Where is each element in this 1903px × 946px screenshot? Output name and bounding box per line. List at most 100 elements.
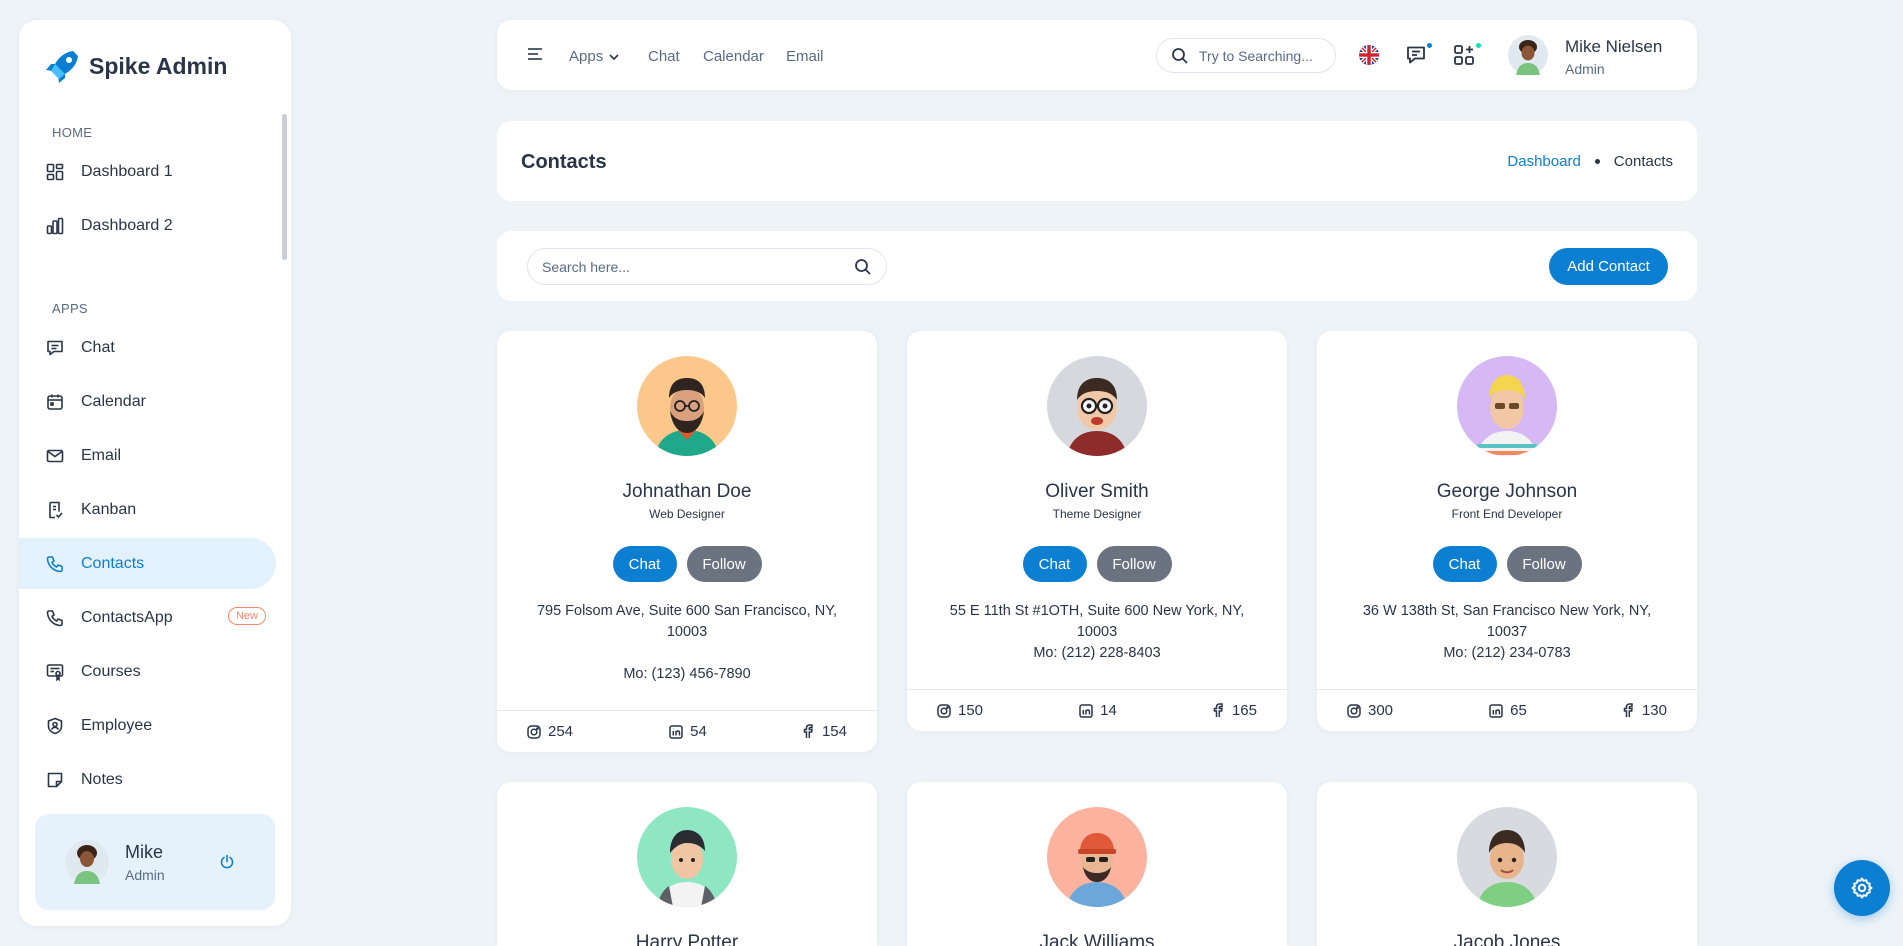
sidebar-item-contacts[interactable]: Contacts: [19, 538, 276, 589]
contact-address: 55 E 11th St #1OTH, Suite 600 New York, …: [949, 603, 1245, 640]
linkedin-icon: [1489, 703, 1503, 718]
contact-avatar: [1047, 356, 1147, 456]
chat-button[interactable]: Chat: [612, 546, 677, 582]
sidebar-item-calendar[interactable]: Calendar: [19, 376, 276, 427]
sidebar-item-label: Courses: [81, 662, 141, 680]
contact-name: Jack Williams: [1039, 932, 1155, 946]
contact-role: Web Designer: [649, 507, 725, 521]
calendar-icon: [47, 394, 63, 410]
apps-indicator-dot: [1476, 43, 1481, 48]
contacts-toolbar: Add Contact: [497, 231, 1697, 301]
power-icon[interactable]: [219, 854, 235, 870]
new-badge: New: [227, 607, 266, 625]
sidebar-item-chat[interactable]: Chat: [19, 322, 276, 373]
contact-phone: Mo: (212) 228-8403: [1033, 645, 1161, 661]
facebook-count: 165: [1231, 702, 1257, 719]
shield-icon: [47, 717, 63, 734]
nav-link-calendar[interactable]: Calendar: [703, 48, 764, 65]
sidebar-item-label: Dashboard 2: [81, 216, 173, 234]
contact-card: Oliver Smith Theme Designer Chat Follow …: [907, 331, 1287, 731]
contact-social-stats: 150 14 165: [907, 689, 1287, 731]
sidebar-item-courses[interactable]: Courses: [19, 646, 276, 697]
profile-avatar[interactable]: [1508, 35, 1548, 75]
contact-search-input[interactable]: [542, 258, 854, 275]
follow-button[interactable]: Follow: [1096, 546, 1172, 582]
breadcrumb-dashboard-link[interactable]: Dashboard: [1507, 153, 1580, 170]
apps-grid-icon[interactable]: [1453, 44, 1475, 66]
logo[interactable]: Spike Admin: [43, 48, 227, 84]
linkedin-stat[interactable]: 65: [1489, 702, 1527, 719]
header-search-input[interactable]: [1199, 47, 1324, 64]
uk-flag-icon[interactable]: [1358, 44, 1380, 66]
contact-card: Johnathan Doe Web Designer Chat Follow 7…: [497, 331, 877, 752]
sidebar-item-label: Email: [81, 446, 122, 464]
breadcrumb-current: Contacts: [1613, 153, 1673, 170]
linkedin-stat[interactable]: 54: [669, 723, 707, 740]
contact-name: Jacob Jones: [1453, 932, 1561, 946]
linkedin-count: 65: [1510, 702, 1527, 719]
hamburger-menu-icon[interactable]: [527, 47, 543, 61]
sidebar: Spike Admin HOME Dashboard 1 Dashboard 2…: [19, 20, 291, 926]
facebook-icon: [803, 724, 813, 738]
brand-name: Spike Admin: [89, 52, 228, 79]
sidebar-item-dashboard-2[interactable]: Dashboard 2: [19, 200, 276, 251]
profile-role: Admin: [1565, 61, 1605, 77]
instagram-stat[interactable]: 254: [527, 723, 573, 740]
sidebar-item-email[interactable]: Email: [19, 430, 276, 481]
instagram-stat[interactable]: 150: [937, 702, 983, 719]
contact-card: Jack Williams: [907, 782, 1287, 946]
gear-icon: [1851, 877, 1873, 899]
instagram-icon: [527, 724, 541, 739]
bar-chart-icon: [46, 217, 64, 234]
chat-button[interactable]: Chat: [1022, 546, 1087, 582]
facebook-stat[interactable]: 154: [803, 723, 847, 740]
contact-name: George Johnson: [1436, 481, 1578, 502]
sidebar-user-role: Admin: [125, 866, 165, 883]
linkedin-icon: [1079, 703, 1093, 718]
settings-fab-button[interactable]: [1834, 860, 1890, 916]
nav-link-chat[interactable]: Chat: [648, 48, 680, 65]
header-search[interactable]: [1156, 38, 1336, 73]
contact-address: 36 W 138th St, San Francisco New York, N…: [1362, 603, 1652, 640]
contact-avatar: [637, 356, 737, 456]
chat-icon: [47, 340, 63, 355]
contact-name: Oliver Smith: [1045, 481, 1149, 502]
sidebar-item-dashboard-1[interactable]: Dashboard 1: [19, 146, 276, 197]
contact-social-stats: 254 54 154: [497, 710, 877, 752]
search-icon[interactable]: [854, 258, 872, 276]
chat-button[interactable]: Chat: [1432, 546, 1497, 582]
facebook-stat[interactable]: 165: [1213, 702, 1257, 719]
contact-social-stats: 300 65 130: [1317, 689, 1697, 731]
instagram-stat[interactable]: 300: [1347, 702, 1393, 719]
linkedin-stat[interactable]: 14: [1079, 702, 1117, 719]
follow-button[interactable]: Follow: [1506, 546, 1582, 582]
sidebar-nav: HOME Dashboard 1 Dashboard 2 APPS Chat C…: [19, 123, 291, 806]
chevron-down-icon: [609, 53, 619, 60]
sidebar-item-contactsapp[interactable]: ContactsApp New: [19, 592, 276, 643]
facebook-stat[interactable]: 130: [1623, 702, 1667, 719]
nav-link-email[interactable]: Email: [786, 48, 824, 65]
sidebar-item-notes[interactable]: Notes: [19, 754, 276, 805]
instagram-count: 150: [958, 702, 984, 719]
sidebar-item-employee[interactable]: Employee: [19, 700, 276, 751]
nav-apps-dropdown[interactable]: Apps: [569, 48, 619, 65]
nav-caption-home: HOME: [52, 125, 93, 140]
instagram-count: 300: [1368, 702, 1394, 719]
nav-caption-apps: APPS: [52, 301, 88, 316]
contact-search[interactable]: [527, 248, 887, 285]
contact-name: Johnathan Doe: [622, 481, 752, 502]
facebook-count: 130: [1641, 702, 1667, 719]
sidebar-item-kanban[interactable]: Kanban: [19, 484, 276, 535]
add-contact-button[interactable]: Add Contact: [1549, 248, 1668, 285]
contact-card: Harry Potter: [497, 782, 877, 946]
contact-avatar: [1457, 356, 1557, 456]
dashboard-grid-icon: [46, 163, 64, 180]
message-icon[interactable]: [1405, 44, 1427, 66]
certificate-icon: [46, 663, 64, 681]
contact-avatar: [1457, 807, 1557, 907]
page-header: Contacts Dashboard Contacts: [497, 121, 1697, 201]
instagram-icon: [937, 703, 951, 718]
facebook-icon: [1623, 703, 1633, 717]
kanban-icon: [49, 501, 63, 518]
follow-button[interactable]: Follow: [686, 546, 762, 582]
